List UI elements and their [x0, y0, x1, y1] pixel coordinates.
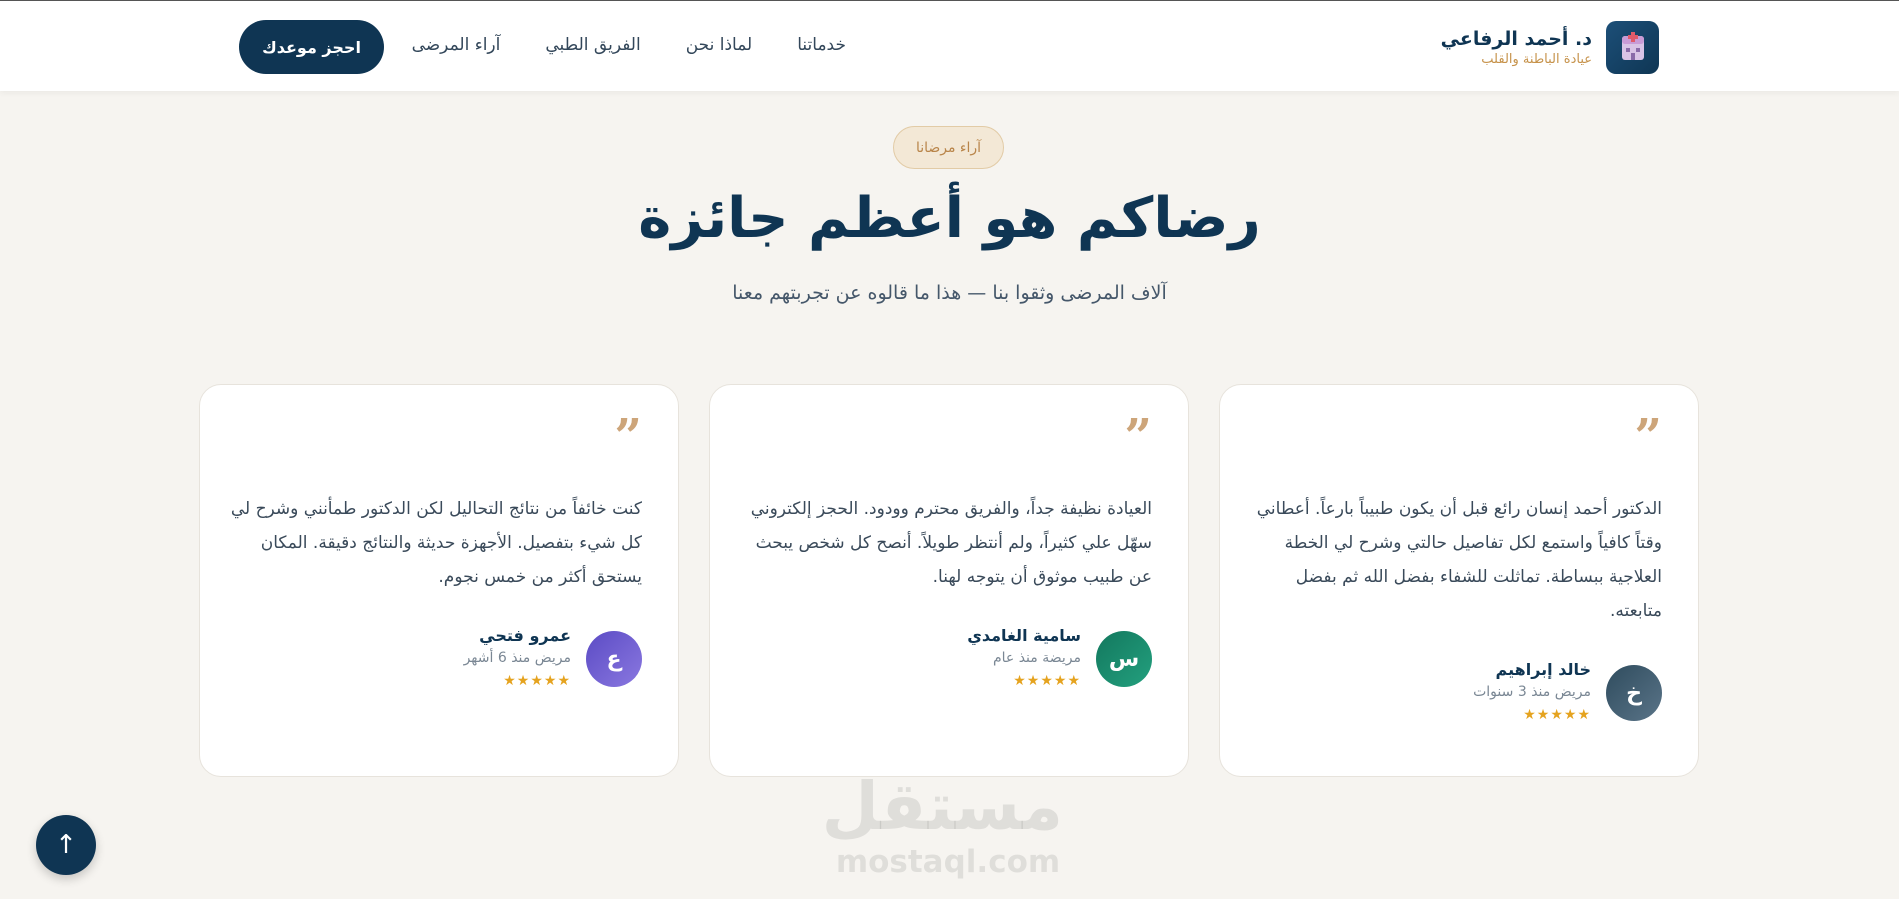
- testimonial-text: العيادة نظيفة جداً، والفريق محترم وودود.…: [750, 499, 1152, 587]
- nav-item-services[interactable]: خدماتنا: [797, 35, 846, 55]
- quote-icon: ”: [1124, 409, 1152, 465]
- author-name: خالد إبراهيم: [1495, 660, 1591, 679]
- mostaql-watermark: مستقل mostaql.com: [821, 768, 1063, 881]
- testimonial-text: كنت خائفاً من نتائج التحاليل لكن الدكتور…: [230, 499, 642, 587]
- quote-icon: ”: [614, 409, 642, 465]
- author-meta: مريض منذ 6 أشهر: [463, 650, 571, 666]
- brand[interactable]: د. أحمد الرفاعي عيادة الباطنة والقلب: [1441, 20, 1659, 74]
- testimonial-text: الدكتور أحمد إنسان رائع قبل أن يكون طبيب…: [1256, 499, 1662, 621]
- section-subtitle: آلاف المرضى وثقوا بنا — هذا ما قالوه عن …: [732, 282, 1167, 304]
- testimonial-author: س سامية الغامدي مريضة منذ عام ★★★★★: [967, 625, 1152, 693]
- scroll-to-top-button[interactable]: ↑: [36, 815, 96, 875]
- author-name: سامية الغامدي: [967, 626, 1081, 645]
- brand-name: د. أحمد الرفاعي: [1440, 27, 1592, 50]
- brand-text: د. أحمد الرفاعي عيادة الباطنة والقلب: [1441, 27, 1592, 68]
- author-info: سامية الغامدي مريضة منذ عام ★★★★★: [967, 625, 1081, 693]
- watermark-latin: mostaql.com: [835, 844, 1061, 880]
- author-meta: مريض منذ 3 سنوات: [1473, 684, 1591, 700]
- top-navbar: د. أحمد الرفاعي عيادة الباطنة والقلب خدم…: [0, 0, 1899, 91]
- watermark-arabic: مستقل: [821, 768, 1063, 845]
- star-rating-icon: ★★★★★: [1013, 673, 1081, 689]
- testimonial-author: ع عمرو فتحي مريض منذ 6 أشهر ★★★★★: [464, 625, 642, 693]
- main-nav: خدماتنا لماذا نحن الفريق الطبي آراء المر…: [412, 35, 846, 55]
- avatar: ع: [586, 631, 642, 687]
- section-badge: آراء مرضانا: [893, 126, 1004, 169]
- author-info: خالد إبراهيم مريض منذ 3 سنوات ★★★★★: [1473, 659, 1591, 727]
- author-info: عمرو فتحي مريض منذ 6 أشهر ★★★★★: [464, 625, 571, 693]
- book-appointment-button[interactable]: احجز موعدك: [239, 20, 384, 74]
- author-meta: مريضة منذ عام: [992, 650, 1081, 666]
- testimonial-card: ” كنت خائفاً من نتائج التحاليل لكن الدكت…: [199, 384, 679, 777]
- nav-item-testimonials[interactable]: آراء المرضى: [412, 35, 501, 55]
- testimonial-author: خ خالد إبراهيم مريض منذ 3 سنوات ★★★★★: [1473, 659, 1662, 727]
- clinic-logo-icon: [1606, 20, 1659, 74]
- testimonial-card: ” الدكتور أحمد إنسان رائع قبل أن يكون طب…: [1219, 384, 1699, 777]
- section-title: رضاكم هو أعظم جائزة: [638, 186, 1261, 251]
- quote-icon: ”: [1634, 409, 1662, 465]
- star-rating-icon: ★★★★★: [1523, 707, 1591, 723]
- nav-item-why-us[interactable]: لماذا نحن: [686, 35, 753, 55]
- avatar: خ: [1606, 665, 1662, 721]
- nav-item-medical-team[interactable]: الفريق الطبي: [545, 35, 640, 55]
- brand-subtitle: عيادة الباطنة والقلب: [1481, 51, 1592, 67]
- star-rating-icon: ★★★★★: [503, 673, 571, 689]
- author-name: عمرو فتحي: [479, 626, 571, 645]
- testimonial-card: ” العيادة نظيفة جداً، والفريق محترم وودو…: [709, 384, 1189, 777]
- avatar: س: [1096, 631, 1152, 687]
